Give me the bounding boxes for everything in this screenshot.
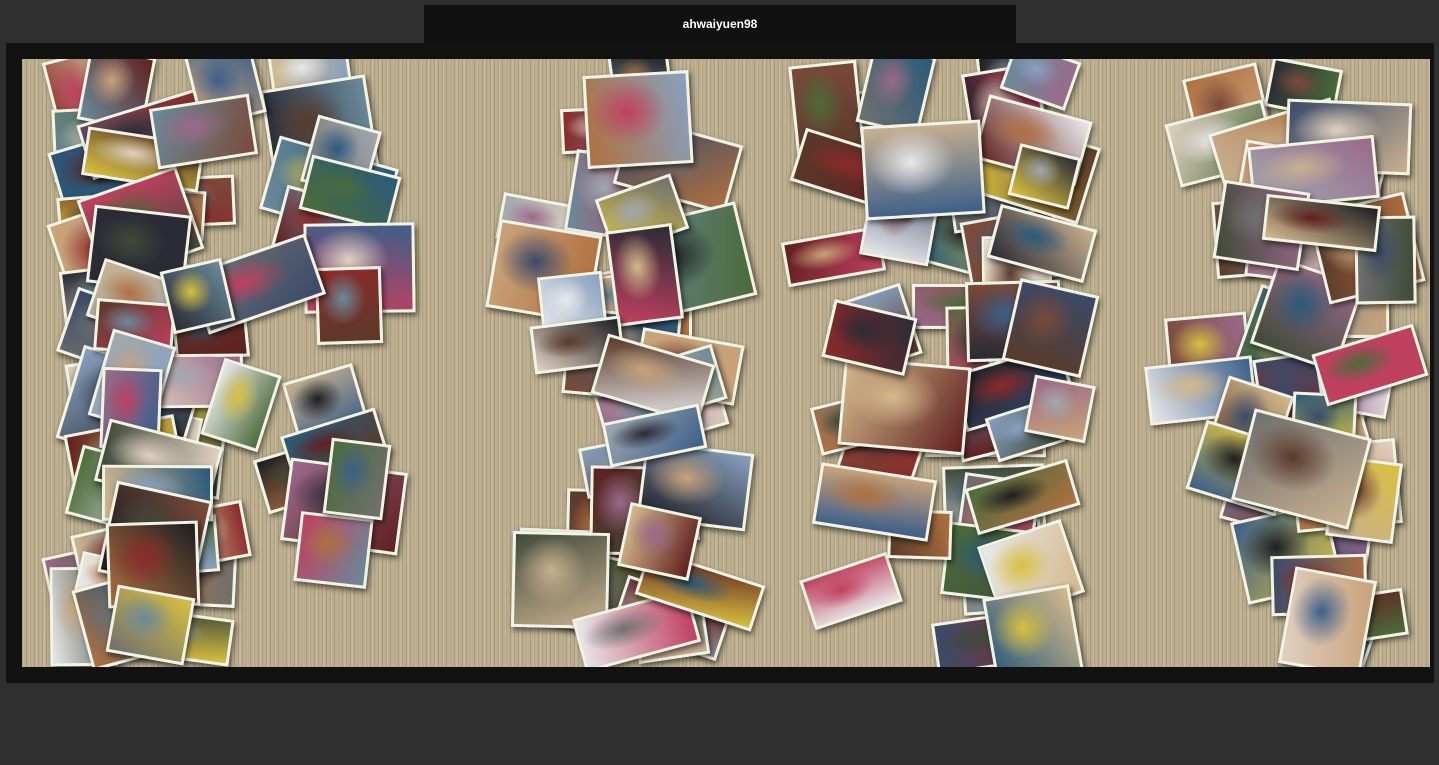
collage-photo[interactable]	[811, 462, 938, 542]
collage-photo[interactable]	[1001, 277, 1100, 379]
collage-photo[interactable]	[860, 119, 986, 221]
collage-photo[interactable]	[322, 437, 392, 521]
collage-photo[interactable]	[1277, 566, 1378, 667]
collage-frame	[6, 43, 1434, 683]
collage-photo[interactable]	[582, 70, 694, 169]
collage-photo[interactable]	[105, 584, 196, 666]
collage-photo[interactable]	[314, 265, 384, 346]
collage-photo[interactable]	[293, 511, 374, 589]
collage-photo[interactable]	[982, 584, 1084, 667]
title-bar: ahwaiyuen98	[424, 5, 1016, 43]
page-title: ahwaiyuen98	[682, 17, 758, 31]
collage-photo[interactable]	[799, 551, 903, 631]
photo-collage	[22, 59, 1430, 667]
collage-photo[interactable]	[1024, 374, 1096, 444]
collage-photo[interactable]	[605, 223, 684, 327]
